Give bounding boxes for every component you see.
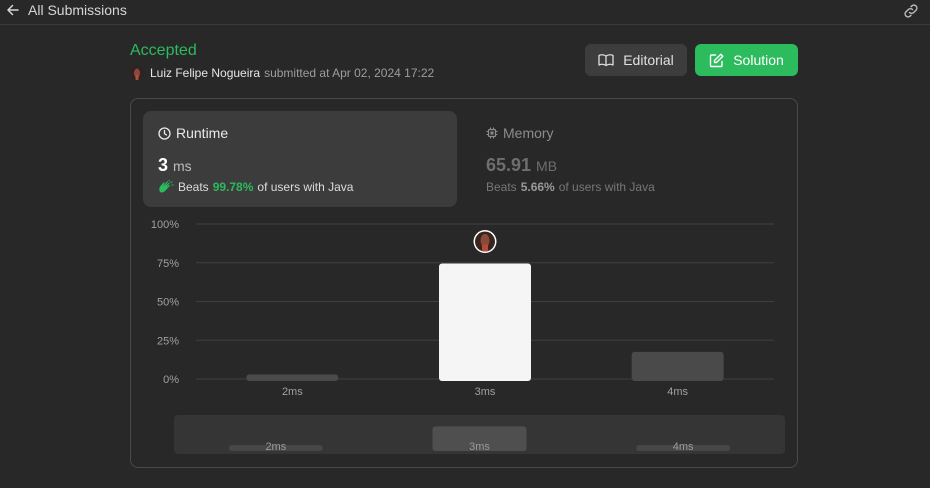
your-submission-avatar[interactable] — [473, 230, 497, 254]
y-tick-label: 100% — [151, 219, 179, 231]
arrow-left-icon — [7, 4, 19, 16]
user-name[interactable]: Luiz Felipe Nogueira — [150, 66, 260, 80]
y-tick-label: 25% — [157, 335, 179, 347]
performance-panel: Runtime 3 ms Beats 99.78% of users with … — [130, 98, 798, 468]
user-avatar-image — [130, 66, 144, 80]
y-tick-label: 50% — [157, 297, 179, 309]
minimap-label: 4ms — [673, 441, 694, 453]
share-link-button[interactable] — [902, 2, 920, 23]
bar-4ms[interactable] — [631, 351, 724, 381]
y-tick-label: 75% — [157, 258, 179, 270]
bar-3ms[interactable] — [439, 263, 531, 381]
submission-meta: Luiz Felipe Nogueira submitted at Apr 02… — [130, 66, 434, 80]
edit-icon — [710, 53, 724, 67]
editorial-label: Editorial — [623, 52, 674, 68]
user-avatar[interactable] — [130, 66, 144, 80]
back-label: All Submissions — [28, 2, 127, 18]
submission-status: Accepted — [130, 42, 197, 59]
bar-2ms[interactable] — [246, 374, 339, 381]
book-open-icon — [598, 54, 614, 67]
x-tick-label: 2ms — [282, 386, 303, 398]
x-tick-label: 4ms — [667, 386, 688, 398]
solution-label: Solution — [733, 52, 784, 68]
top-bar: All Submissions — [0, 0, 930, 25]
solution-button[interactable]: Solution — [695, 44, 798, 76]
back-to-submissions[interactable]: All Submissions — [6, 2, 127, 18]
minimap-label: 3ms — [469, 441, 490, 453]
editorial-button[interactable]: Editorial — [585, 44, 687, 76]
y-tick-label: 0% — [163, 374, 179, 386]
submitted-at: submitted at Apr 02, 2024 17:22 — [264, 66, 435, 80]
link-icon — [904, 4, 918, 18]
minimap-label: 2ms — [265, 441, 286, 453]
runtime-distribution-chart: 0% 25% 50% 75% 100% 2ms 3ms 4ms 2ms 3ms 4ms — [151, 219, 785, 454]
x-tick-label: 3ms — [475, 386, 496, 398]
